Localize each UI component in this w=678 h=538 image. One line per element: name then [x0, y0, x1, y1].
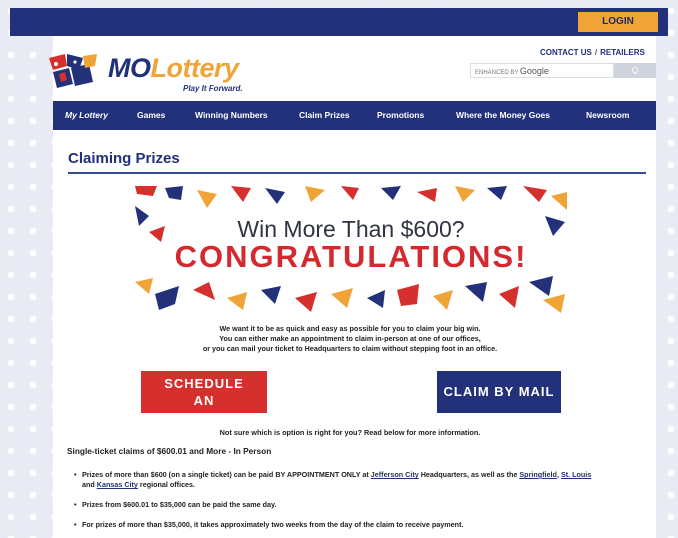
logo-lottery: Lottery [150, 53, 240, 83]
bullet-text: and [82, 480, 97, 489]
schedule-label-line-2: AN APPOINTMENT [151, 393, 257, 425]
logo-text[interactable]: MOLottery [108, 53, 239, 84]
nav-item-games[interactable]: Games [137, 101, 165, 130]
nav-item-my-lottery[interactable]: My Lottery [65, 101, 108, 130]
search-button[interactable]: Q [614, 63, 656, 78]
retailers-link[interactable]: RETAILERS [600, 48, 645, 57]
nav-item-claim-prizes[interactable]: Claim Prizes [299, 101, 350, 130]
contact-us-link[interactable]: CONTACT US [540, 48, 592, 57]
springfield-link[interactable]: Springfield [519, 470, 557, 479]
jefferson-city-link[interactable]: Jefferson City [371, 470, 419, 479]
intro-line-2: You can either make an appointment to cl… [219, 334, 481, 343]
list-item: For prizes of more than $35,000, it take… [74, 520, 642, 530]
nav-item-newsroom[interactable]: Newsroom [586, 101, 629, 130]
section-heading: Single-ticket claims of $600.01 and More… [67, 446, 272, 456]
bullet-text: Prizes of more than $600 (on a single ti… [82, 470, 371, 479]
search-input[interactable]: ENHANCED BY Google [470, 63, 614, 78]
st-louis-link[interactable]: St. Louis [561, 470, 591, 479]
mo-lottery-logo-icon[interactable] [47, 52, 99, 90]
logo-mo: MO [108, 53, 151, 83]
search-brand: Google [519, 66, 549, 76]
intro-text: We want it to be as quick and easy as po… [90, 324, 610, 354]
bullet-text: Headquarters, as well as the [418, 470, 520, 479]
nav-item-where-the-money-goes[interactable]: Where the Money Goes [456, 101, 550, 130]
page-title: Claiming Prizes [68, 150, 180, 167]
top-bar [10, 8, 668, 36]
intro-line-3: or you can mail your ticket to Headquart… [202, 344, 498, 353]
intro-line-1: We want it to be as quick and easy as po… [219, 324, 481, 333]
search-prefix: ENHANCED BY [475, 70, 519, 76]
nav-item-winning-numbers[interactable]: Winning Numbers [195, 101, 268, 130]
claim-by-mail-button[interactable]: CLAIM BY MAIL [437, 371, 561, 413]
search-icon: Q [631, 66, 639, 75]
help-text: Not sure which is option is right for yo… [219, 428, 481, 437]
bullet-text: regional offices. [137, 480, 196, 489]
list-item: Prizes of more than $600 (on a single ti… [74, 470, 642, 490]
logo-tagline: Play It Forward. [183, 84, 243, 93]
congratulations-banner: Win More Than $600? CONGRATULATIONS! [135, 186, 567, 313]
title-divider [68, 172, 646, 174]
nav-item-promotions[interactable]: Promotions [377, 101, 424, 130]
utility-separator: / [594, 48, 598, 57]
schedule-label-line-1: SCHEDULE [164, 376, 244, 391]
schedule-appointment-button[interactable]: SCHEDULE AN APPOINTMENT [141, 371, 267, 425]
banner-headline: CONGRATULATIONS! [174, 239, 528, 274]
login-button[interactable]: LOGIN [578, 12, 658, 32]
list-item: Prizes from $600.01 to $35,000 can be pa… [74, 500, 642, 510]
utility-links: CONTACT US / RETAILERS [540, 48, 645, 57]
main-nav: My Lottery Games Winning Numbers Claim P… [53, 101, 656, 130]
kansas-city-link[interactable]: Kansas City [97, 480, 138, 489]
